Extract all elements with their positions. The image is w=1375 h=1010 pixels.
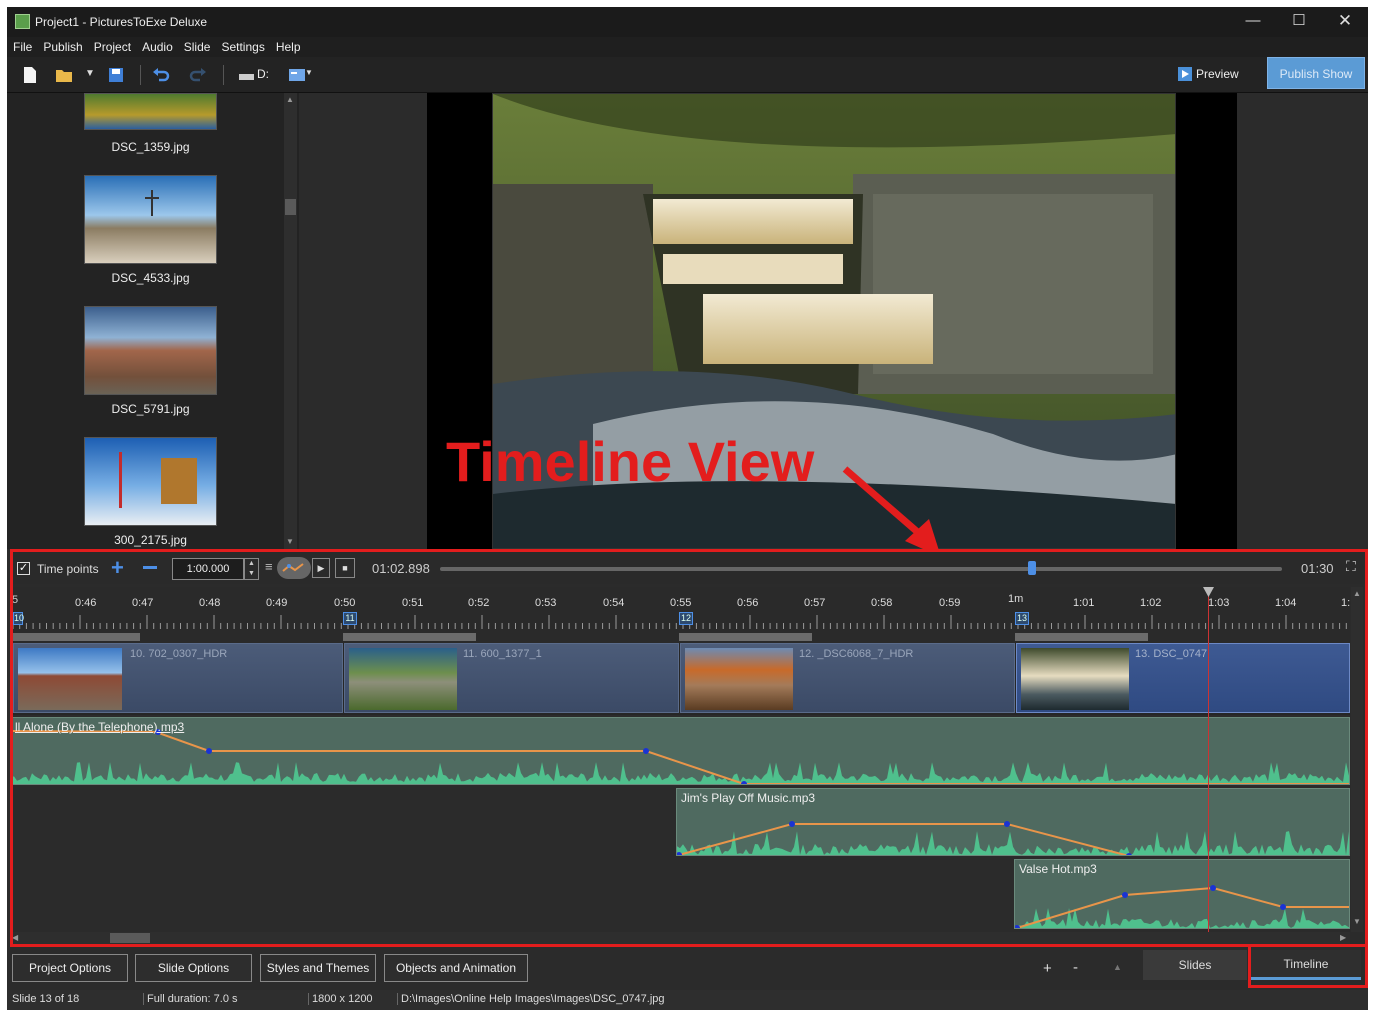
title-bar: Project1 - PicturesToExe Deluxe — ☐ ✕ — [7, 7, 1368, 37]
slide-thumbnail-label: DSC_5791.jpg — [111, 402, 190, 416]
menu-file[interactable]: File — [7, 37, 37, 54]
save-icon[interactable] — [107, 66, 125, 84]
minimize-button[interactable]: — — [1230, 7, 1276, 37]
slide-thumbnail-label: DSC_4533.jpg — [111, 271, 190, 285]
toolbar: ▼ D: ▼ Preview Publish Show — [7, 57, 1368, 93]
menu-publish[interactable]: Publish — [37, 37, 87, 54]
app-window: Project1 - PicturesToExe Deluxe — ☐ ✕ Fi… — [7, 7, 1368, 1010]
annotation-arrow-icon — [842, 466, 941, 557]
menu-slide[interactable]: Slide — [178, 37, 216, 54]
publish-show-button[interactable]: Publish Show — [1267, 57, 1365, 89]
objects-animation-button[interactable]: Objects and Animation — [384, 954, 528, 982]
scrollbar-thumb[interactable] — [285, 199, 296, 215]
preview-button[interactable]: Preview — [1196, 67, 1239, 81]
close-button[interactable]: ✕ — [1322, 7, 1368, 37]
status-path: D:\Images\Online Help Images\Images\DSC_… — [397, 993, 665, 1005]
open-folder-icon[interactable] — [55, 66, 73, 84]
undo-icon[interactable] — [152, 66, 170, 84]
styles-themes-button[interactable]: Styles and Themes — [260, 954, 376, 982]
app-icon — [15, 14, 30, 29]
timeline-highlight-box — [10, 549, 1368, 947]
maximize-button[interactable]: ☐ — [1276, 7, 1322, 37]
slide-thumbnail-label: DSC_1359.jpg — [111, 140, 190, 154]
slide-thumbnail-label: 300_2175.jpg — [114, 533, 187, 547]
menu-bar: File Publish Project Audio Slide Settings Help — [7, 37, 1368, 57]
window-title: Project1 - PicturesToExe Deluxe — [35, 15, 208, 29]
zoom-in-button[interactable]: + — [1043, 960, 1052, 977]
drive-icon[interactable] — [238, 66, 256, 84]
status-bar: Slide 13 of 18 Full duration: 7.0 s 1800… — [7, 990, 1368, 1010]
menu-project[interactable]: Project — [88, 37, 136, 54]
project-options-button[interactable]: Project Options — [12, 954, 128, 982]
status-duration: Full duration: 7.0 s — [143, 993, 238, 1005]
menu-settings[interactable]: Settings — [215, 37, 269, 54]
timeline-highlight-bottom — [10, 944, 1251, 947]
preview-icon[interactable] — [1178, 67, 1192, 81]
slide-thumbnail[interactable] — [84, 306, 217, 395]
slide-thumbnail[interactable] — [84, 437, 217, 526]
open-dropdown-icon[interactable]: ▼ — [85, 68, 95, 79]
menu-help[interactable]: Help — [270, 37, 306, 54]
new-file-icon[interactable] — [21, 66, 39, 84]
slide-list-panel: DSC_1359.jpg DSC_4533.jpg DSC_5791.jpg 3… — [7, 93, 299, 549]
slide-thumbnail[interactable] — [84, 175, 217, 264]
redo-icon[interactable] — [189, 66, 207, 84]
slide-thumbnail[interactable] — [84, 93, 217, 130]
preview-area: Timeline View — [299, 93, 1368, 557]
toolbar-divider — [140, 65, 141, 85]
status-resolution: 1800 x 1200 — [308, 993, 373, 1005]
toolbar-divider — [223, 65, 224, 85]
menu-audio[interactable]: Audio — [136, 37, 178, 54]
collapse-icon[interactable]: ▲ — [1113, 962, 1122, 972]
zoom-out-button[interactable]: - — [1073, 959, 1078, 976]
timeline-highlight-corner — [1248, 944, 1251, 949]
status-slide: Slide 13 of 18 — [12, 993, 80, 1005]
timeline-tab-highlight — [1248, 945, 1368, 988]
slide-list-scrollbar[interactable]: ▲ ▼ — [284, 93, 297, 549]
drive-label[interactable]: D: — [257, 67, 269, 81]
slide-options-button[interactable]: Slide Options — [135, 954, 252, 982]
view-mode-icon[interactable] — [288, 66, 306, 84]
slides-tab[interactable]: Slides — [1143, 950, 1247, 980]
view-dropdown-icon[interactable]: ▼ — [305, 68, 313, 77]
bottom-button-row: Project Options Slide Options Styles and… — [7, 947, 1368, 987]
annotation-label: Timeline View — [446, 430, 815, 493]
